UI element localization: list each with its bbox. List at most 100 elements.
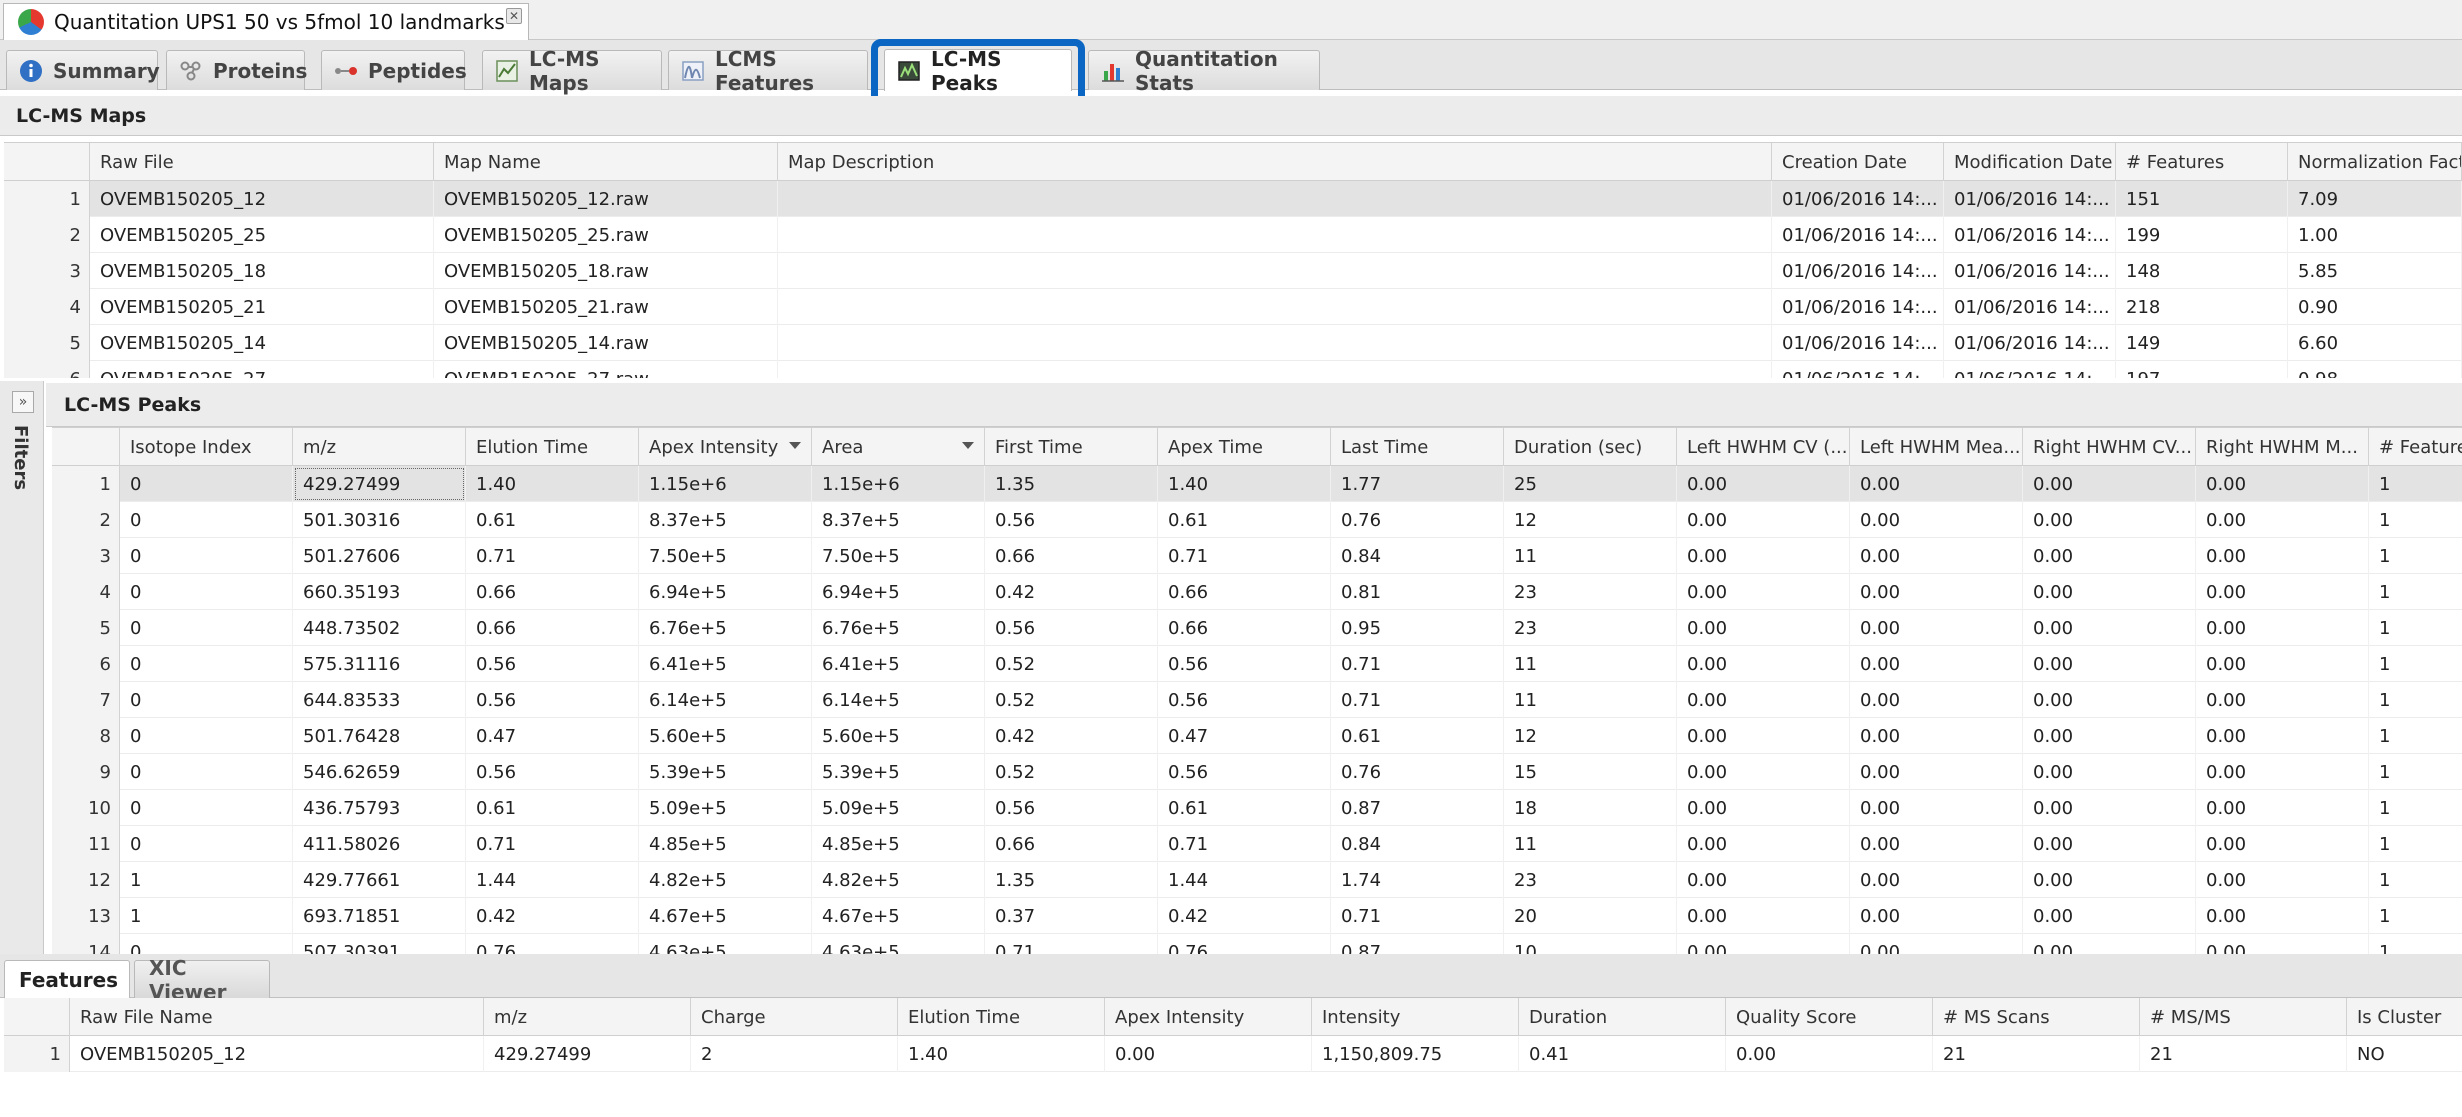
- table-row[interactable]: 14 0 507.30391 0.76 4.63e+5 4.63e+5 0.71 0.76 0.…: [52, 934, 2462, 954]
- table-row[interactable]: 11 0 411.58026 0.71 4.85e+5 4.85e+5 0.66 0.71 0.…: [52, 826, 2462, 862]
- table-cell: OVEMB150205_18.raw: [434, 253, 778, 289]
- close-window-tab-icon[interactable]: ✕: [506, 8, 522, 24]
- column-header[interactable]: # Features: [2116, 143, 2288, 181]
- tab-quantitation-stats[interactable]: Quantitation Stats: [1088, 47, 1320, 95]
- column-header[interactable]: Right HWHM M...: [2196, 428, 2369, 466]
- table-cell: 1: [2369, 862, 2462, 898]
- tab-lcms-features[interactable]: LCMS Features: [668, 47, 868, 95]
- table-cell: 1: [2369, 574, 2462, 610]
- column-header[interactable]: Left HWHM Mea...: [1850, 428, 2023, 466]
- column-header[interactable]: m/z: [484, 998, 691, 1036]
- table-cell: 0.00: [2196, 538, 2369, 574]
- sort-desc-icon[interactable]: [962, 442, 974, 449]
- column-header[interactable]: First Time: [985, 428, 1158, 466]
- table-cell: 0: [120, 754, 293, 790]
- table-row[interactable]: 3 0 501.27606 0.71 7.50e+5 7.50e+5 0.66 0.71 0.8…: [52, 538, 2462, 574]
- column-header[interactable]: Map Description: [778, 143, 1772, 181]
- table-row[interactable]: 10 0 436.75793 0.61 5.09e+5 5.09e+5 0.56 0.61 0.…: [52, 790, 2462, 826]
- column-header[interactable]: Modification Date: [1944, 143, 2116, 181]
- column-header[interactable]: Map Name: [434, 143, 778, 181]
- column-header[interactable]: # MS Scans: [1933, 998, 2140, 1036]
- table-cell: 01/06/2016 14:...: [1772, 361, 1944, 378]
- table-row[interactable]: 2 0 501.30316 0.61 8.37e+5 8.37e+5 0.56 0.61 0.7…: [52, 502, 2462, 538]
- column-header[interactable]: Apex Intensity: [1105, 998, 1312, 1036]
- table-row[interactable]: 3 OVEMB150205_18 OVEMB150205_18.raw 01/06/2…: [4, 253, 2462, 289]
- tab-proteins[interactable]: Proteins: [166, 50, 307, 90]
- expand-filters-icon[interactable]: »: [12, 391, 34, 413]
- column-header[interactable]: Apex Time: [1158, 428, 1331, 466]
- column-header[interactable]: Charge: [691, 998, 898, 1036]
- table-cell: 429.27499: [484, 1036, 691, 1072]
- tab-lcms-peaks[interactable]: LC-MS Peaks: [884, 47, 1072, 95]
- table-cell: 5.09e+5: [639, 790, 812, 826]
- column-header[interactable]: Normalization Facto: [2288, 143, 2462, 181]
- table-row[interactable]: 2 OVEMB150205_25 OVEMB150205_25.raw 01/06/2…: [4, 217, 2462, 253]
- filters-label[interactable]: Filters: [10, 425, 31, 490]
- table-cell: 0.71: [985, 934, 1158, 954]
- table-row[interactable]: 5 OVEMB150205_14 OVEMB150205_14.raw 01/06/2…: [4, 325, 2462, 361]
- table-row[interactable]: 13 1 693.71851 0.42 4.67e+5 4.67e+5 0.37 0.42 0.…: [52, 898, 2462, 934]
- table-cell: 0.00: [1677, 610, 1850, 646]
- column-header[interactable]: Raw File Name: [70, 998, 484, 1036]
- table-row[interactable]: 5 0 448.73502 0.66 6.76e+5 6.76e+5 0.56 0.66 0.9…: [52, 610, 2462, 646]
- sort-desc-icon[interactable]: [789, 442, 801, 449]
- table-row[interactable]: 1 OVEMB150205_12 429.27499 2 1.40 0.00 1,150,8…: [4, 1036, 2462, 1072]
- column-header[interactable]: Duration: [1519, 998, 1726, 1036]
- table-cell: 01/06/2016 14:...: [1772, 217, 1944, 253]
- table-cell: 575.31116: [293, 646, 466, 682]
- table-cell: 151: [2116, 181, 2288, 217]
- table-cell: 0.56: [1158, 682, 1331, 718]
- column-header[interactable]: Duration (sec): [1504, 428, 1677, 466]
- row-number: 2: [4, 217, 90, 253]
- table-cell: 0.00: [2196, 682, 2369, 718]
- table-cell: OVEMB150205_12: [90, 181, 434, 217]
- table-cell: 6.76e+5: [639, 610, 812, 646]
- column-header[interactable]: Last Time: [1331, 428, 1504, 466]
- column-header[interactable]: # MS/MS: [2140, 998, 2347, 1036]
- column-header[interactable]: Is Cluster: [2347, 998, 2462, 1036]
- table-row[interactable]: 6 0 575.31116 0.56 6.41e+5 6.41e+5 0.52 0.56 0.7…: [52, 646, 2462, 682]
- column-header[interactable]: Right HWHM CV...: [2023, 428, 2196, 466]
- column-header[interactable]: Apex Intensity: [639, 428, 812, 466]
- table-cell: 448.73502: [293, 610, 466, 646]
- table-cell: 0.76: [1331, 754, 1504, 790]
- tab-peptides[interactable]: Peptides: [321, 50, 467, 90]
- column-header[interactable]: Intensity: [1312, 998, 1519, 1036]
- table-cell: 21: [2140, 1036, 2347, 1072]
- column-header[interactable]: Area: [812, 428, 985, 466]
- table-cell: 1.44: [466, 862, 639, 898]
- column-header[interactable]: Quality Score: [1726, 998, 1933, 1036]
- table-cell: 1: [2369, 826, 2462, 862]
- table-row[interactable]: 1 0 429.27499 1.40 1.15e+6 1.15e+6 1.35 1.40 1.7…: [52, 466, 2462, 502]
- table-row[interactable]: 6OVEMB150205_27OVEMB150205_27.raw 01/06/2…: [4, 361, 2462, 378]
- column-header[interactable]: # Feature: [2369, 428, 2462, 466]
- tab-lcms-maps[interactable]: LC-MS Maps: [482, 47, 662, 95]
- tab-xic-viewer[interactable]: XIC Viewer: [134, 956, 270, 1004]
- column-header[interactable]: Left HWHM CV (...: [1677, 428, 1850, 466]
- table-row[interactable]: 8 0 501.76428 0.47 5.60e+5 5.60e+5 0.42 0.47 0.6…: [52, 718, 2462, 754]
- table-cell: 12: [1504, 718, 1677, 754]
- tab-features[interactable]: Features: [4, 960, 130, 998]
- table-row[interactable]: 1 OVEMB150205_12 OVEMB150205_12.raw 01/06/2…: [4, 181, 2462, 217]
- column-header[interactable]: Elution Time: [898, 998, 1105, 1036]
- table-cell: 1.77: [1331, 466, 1504, 502]
- tab-summary[interactable]: Summary: [6, 50, 160, 90]
- table-row[interactable]: 4 OVEMB150205_21 OVEMB150205_21.raw 01/06/2…: [4, 289, 2462, 325]
- table-row[interactable]: 12 1 429.77661 1.44 4.82e+5 4.82e+5 1.35 1.44 1.…: [52, 862, 2462, 898]
- table-cell: 0.00: [2196, 610, 2369, 646]
- table-cell: 1: [2369, 898, 2462, 934]
- table-cell: 5.85: [2288, 253, 2462, 289]
- column-header[interactable]: m/z: [293, 428, 466, 466]
- column-header[interactable]: Raw File: [90, 143, 434, 181]
- row-number: 4: [4, 289, 90, 325]
- window-tab[interactable]: Quantitation UPS1 50 vs 5fmol 10 landmar…: [3, 3, 529, 40]
- column-header[interactable]: Isotope Index: [120, 428, 293, 466]
- table-cell: 0.00: [2196, 934, 2369, 954]
- column-header[interactable]: Creation Date: [1772, 143, 1944, 181]
- table-row[interactable]: 7 0 644.83533 0.56 6.14e+5 6.14e+5 0.52 0.56 0.7…: [52, 682, 2462, 718]
- table-cell: 0.98: [2288, 361, 2462, 378]
- table-row[interactable]: 9 0 546.62659 0.56 5.39e+5 5.39e+5 0.52 0.56 0.7…: [52, 754, 2462, 790]
- column-header[interactable]: Elution Time: [466, 428, 639, 466]
- table-cell: OVEMB150205_12.raw: [434, 181, 778, 217]
- table-row[interactable]: 4 0 660.35193 0.66 6.94e+5 6.94e+5 0.42 0.66 0.8…: [52, 574, 2462, 610]
